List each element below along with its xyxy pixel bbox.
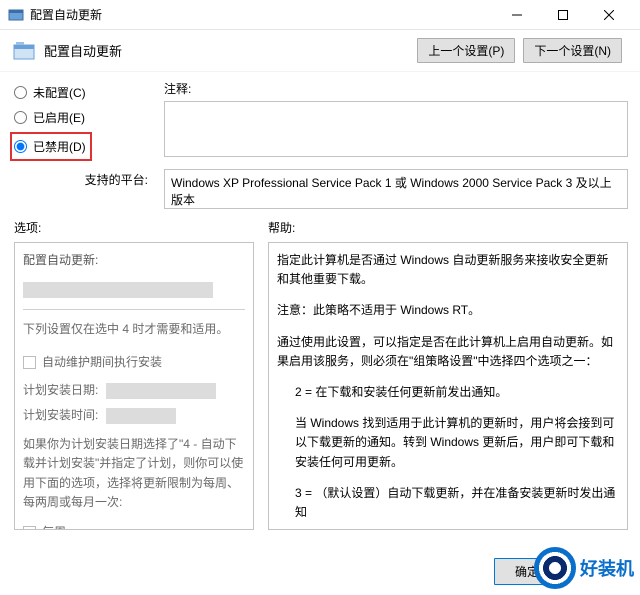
prev-setting-button[interactable]: 上一个设置(P) xyxy=(417,38,515,63)
help-pane[interactable]: 指定此计算机是否通过 Windows 自动更新服务来接收安全更新和其他重要下载。… xyxy=(268,242,628,530)
highlighted-radio-box: 已禁用(D) xyxy=(10,132,92,161)
help-p5: 当 Windows 找到适用于此计算机的更新时，用户将会接到可以下载更新的通知。… xyxy=(277,414,619,472)
app-icon xyxy=(8,7,24,23)
help-p1: 指定此计算机是否通过 Windows 自动更新服务来接收安全更新和其他重要下载。 xyxy=(277,251,619,289)
checkbox-icon xyxy=(23,356,36,369)
help-p6: 3 = （默认设置）自动下载更新，并在准备安装更新时发出通知 xyxy=(277,484,619,522)
radio-enabled-input[interactable] xyxy=(14,111,27,124)
help-heading: 帮助: xyxy=(268,219,628,236)
checkbox-icon xyxy=(23,526,36,530)
policy-title: 配置自动更新 xyxy=(44,41,417,60)
separator xyxy=(23,309,245,310)
comment-textarea[interactable] xyxy=(164,101,628,157)
plan-date-label: 计划安装日期: xyxy=(23,383,98,397)
config-section: 未配置(C) 已启用(E) 已禁用(D) 注释: xyxy=(0,72,640,161)
radio-not-configured-label: 未配置(C) xyxy=(33,84,86,101)
window-title: 配置自动更新 xyxy=(30,6,494,23)
help-p4: 2 = 在下载和安装任何更新前发出通知。 xyxy=(277,383,619,402)
checkbox-maintenance-label: 自动维护期间执行安装 xyxy=(42,353,162,372)
checkbox-weekly: 每周 xyxy=(23,520,245,530)
radio-disabled-label: 已禁用(D) xyxy=(33,138,86,155)
checkbox-weekly-label: 每周 xyxy=(42,523,66,530)
radio-disabled-input[interactable] xyxy=(14,140,27,153)
checkbox-maintenance: 自动维护期间执行安装 xyxy=(23,350,245,375)
help-p3: 通过使用此设置，可以指定是否在此计算机上启用自动更新。如果启用该服务，则必须在"… xyxy=(277,333,619,371)
platform-row: 支持的平台: Windows XP Professional Service P… xyxy=(0,161,640,209)
help-p2: 注意：此策略不适用于 Windows RT。 xyxy=(277,301,619,320)
close-button[interactable] xyxy=(586,0,632,30)
options-title: 配置自动更新: xyxy=(23,251,245,270)
maximize-button[interactable] xyxy=(540,0,586,30)
plan-time-label: 计划安装时间: xyxy=(23,408,98,422)
options-note: 下列设置仅在选中 4 时才需要和适用。 xyxy=(23,320,245,339)
platform-text: Windows XP Professional Service Pack 1 或… xyxy=(164,169,628,209)
comment-label: 注释: xyxy=(164,80,628,97)
radio-not-configured-input[interactable] xyxy=(14,86,27,99)
columns: 选项: 配置自动更新: 下列设置仅在选中 4 时才需要和适用。 自动维护期间执行… xyxy=(0,209,640,530)
radio-group: 未配置(C) 已启用(E) 已禁用(D) xyxy=(14,80,154,161)
options-paragraph: 如果你为计划安装日期选择了"4 - 自动下载并计划安装"并指定了计划，则你可以使… xyxy=(23,435,245,512)
radio-enabled[interactable]: 已启用(E) xyxy=(14,105,154,130)
disabled-dropdown xyxy=(23,282,213,298)
policy-header: 配置自动更新 上一个设置(P) 下一个设置(N) xyxy=(0,30,640,72)
disabled-date-combo xyxy=(106,383,216,399)
platform-label: 支持的平台: xyxy=(14,169,154,188)
watermark-logo-icon xyxy=(534,547,576,589)
options-pane[interactable]: 配置自动更新: 下列设置仅在选中 4 时才需要和适用。 自动维护期间执行安装 计… xyxy=(14,242,254,530)
window-controls xyxy=(494,0,632,30)
radio-disabled[interactable]: 已禁用(D) xyxy=(14,136,86,157)
titlebar: 配置自动更新 xyxy=(0,0,640,30)
watermark: 好装机 xyxy=(534,547,634,589)
options-heading: 选项: xyxy=(14,219,254,236)
radio-not-configured[interactable]: 未配置(C) xyxy=(14,80,154,105)
watermark-text: 好装机 xyxy=(580,555,634,581)
disabled-time-combo xyxy=(106,408,176,424)
policy-icon xyxy=(12,40,36,62)
minimize-button[interactable] xyxy=(494,0,540,30)
next-setting-button[interactable]: 下一个设置(N) xyxy=(523,38,622,63)
radio-enabled-label: 已启用(E) xyxy=(33,109,85,126)
